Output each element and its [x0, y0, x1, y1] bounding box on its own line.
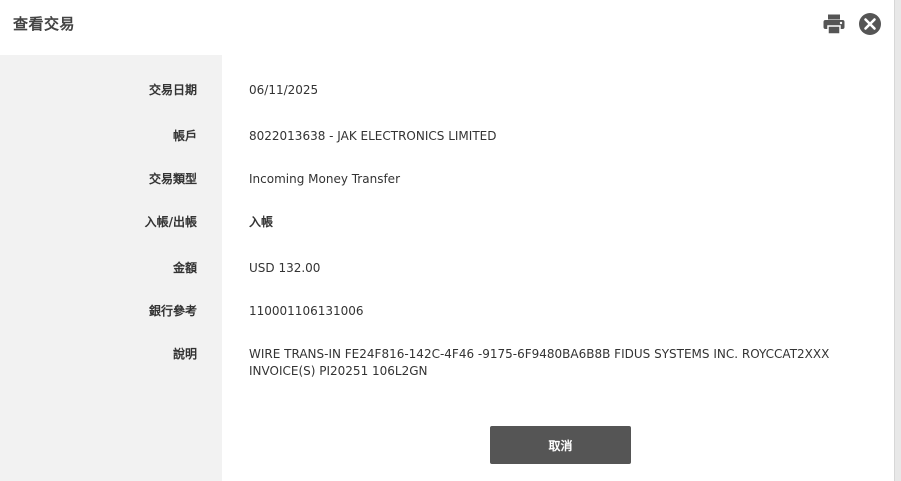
- close-icon: [859, 13, 881, 35]
- detail-value: 110001106131006: [249, 304, 364, 318]
- detail-label: 交易日期: [148, 83, 197, 97]
- detail-value: 06/11/2025: [249, 83, 319, 97]
- detail-value: 入帳: [249, 215, 274, 229]
- detail-label: 交易類型: [148, 172, 197, 186]
- detail-label: 銀行參考: [148, 304, 197, 318]
- detail-label: 說明: [172, 347, 197, 361]
- detail-value: WIRE TRANS-IN FE24F816-142C-4F46 -9175-6…: [249, 347, 830, 378]
- detail-value: USD 132.00: [249, 261, 321, 275]
- detail-value: Incoming Money Transfer: [249, 172, 400, 186]
- detail-label: 金額: [172, 261, 197, 275]
- print-button[interactable]: [822, 12, 846, 36]
- print-icon: [823, 14, 845, 35]
- detail-value: 8022013638 - JAK ELECTRONICS LIMITED: [249, 129, 497, 143]
- cancel-button[interactable]: 取消: [490, 426, 631, 464]
- transaction-detail-dialog: 查看交易 交易日期 06/11/2025 帳戶 8022013638 - JAK…: [0, 0, 895, 481]
- detail-label: 入帳/出帳: [144, 215, 197, 229]
- close-button[interactable]: [858, 12, 882, 36]
- detail-label: 帳戶: [172, 129, 197, 143]
- dialog-header: 查看交易: [0, 0, 895, 55]
- dialog-title: 查看交易: [13, 15, 76, 33]
